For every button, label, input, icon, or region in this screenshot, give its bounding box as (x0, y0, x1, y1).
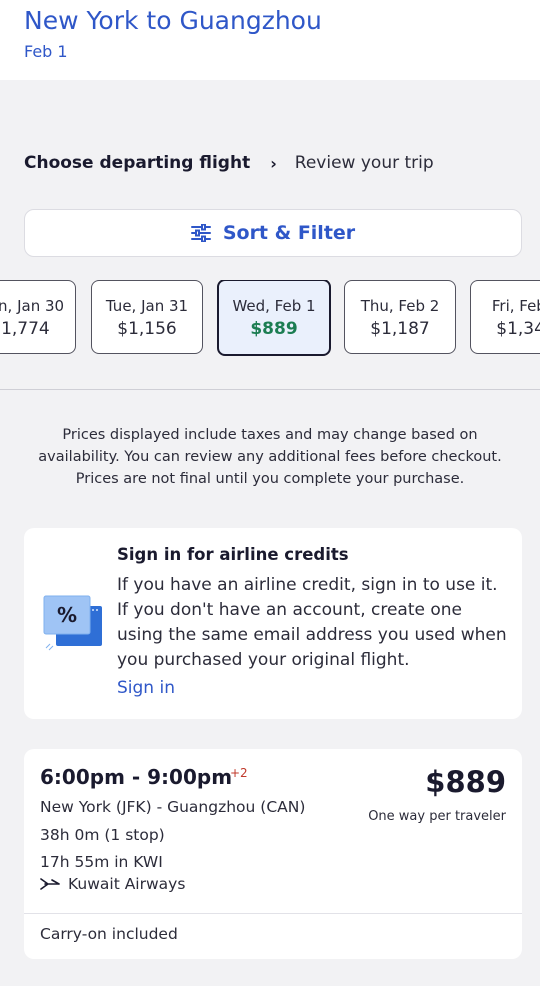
airline-name: Kuwait Airways (68, 875, 186, 893)
date-option-day: Thu, Feb 2 (360, 297, 440, 315)
disclaimer-line: Prices are not final until you complete … (75, 471, 465, 487)
sort-filter-button[interactable]: Sort & Filter (24, 209, 522, 257)
credits-heading: Sign in for airline credits (117, 545, 349, 564)
date-option-price: $1,156 (117, 319, 177, 339)
date-option[interactable]: Fri, Feb 3 $1,345 (470, 280, 540, 354)
date-option-day: Tue, Jan 31 (105, 297, 189, 315)
date-option[interactable]: Thu, Feb 2 $1,187 (344, 280, 456, 354)
date-option-price: $1,774 (0, 319, 50, 339)
date-option-price: $889 (250, 319, 298, 339)
arrival-day-offset: +2 (230, 766, 248, 780)
disclaimer-line: availability. You can review any additio… (38, 449, 502, 465)
svg-text:%: % (57, 603, 77, 627)
breadcrumb-next-step[interactable]: Review your trip (295, 153, 434, 173)
flight-times: 6:00pm - 9:00pm (40, 765, 233, 789)
route-title: New York to Guangzhou (24, 6, 322, 35)
airline: Kuwait Airways (40, 875, 185, 893)
date-price-carousel[interactable]: Mon, Jan 30 $1,774 Tue, Jan 31 $1,156 We… (0, 280, 540, 358)
sliders-icon (190, 224, 211, 242)
date-option-price: $1,345 (496, 319, 540, 339)
date-option[interactable]: Mon, Jan 30 $1,774 (0, 280, 76, 354)
breadcrumb: Choose departing flight › Review your tr… (24, 150, 524, 176)
ticket-percent-icon: % (43, 595, 102, 651)
price-note: One way per traveler (368, 809, 506, 824)
flight-route: New York (JFK) - Guangzhou (CAN) (40, 798, 306, 816)
date-option-selected[interactable]: Wed, Feb 1 $889 (217, 280, 331, 356)
flight-price: $889 (425, 765, 506, 799)
airline-credits-card: % Sign in for airline credits If you hav… (24, 528, 522, 719)
date-option-day: Mon, Jan 30 (0, 297, 65, 315)
sign-in-link[interactable]: Sign in (117, 678, 175, 698)
flight-layover: 17h 55m in KWI (40, 853, 163, 871)
price-disclaimer: Prices displayed include taxes and may c… (20, 424, 520, 490)
page-header: New York to Guangzhou Feb 1 (0, 0, 540, 80)
date-option-price: $1,187 (370, 319, 430, 339)
date-option[interactable]: Tue, Jan 31 $1,156 (91, 280, 203, 354)
chevron-right-icon: › (270, 153, 277, 173)
credits-description: If you have an airline credit, sign in t… (117, 575, 507, 670)
sort-filter-label: Sort & Filter (222, 222, 356, 244)
travel-date: Feb 1 (24, 42, 68, 61)
breadcrumb-current-step: Choose departing flight (24, 153, 251, 173)
date-option-day: Fri, Feb 3 (491, 297, 540, 315)
disclaimer-line: Prices displayed include taxes and may c… (62, 427, 478, 443)
baggage-info: Carry-on included (40, 925, 178, 943)
date-option-day: Wed, Feb 1 (232, 297, 316, 315)
flight-duration: 38h 0m (1 stop) (40, 826, 165, 844)
divider (24, 913, 522, 914)
flight-result-card[interactable]: 6:00pm - 9:00pm +2 $889 One way per trav… (24, 749, 522, 959)
divider (0, 389, 540, 390)
airline-logo-icon (40, 878, 60, 890)
